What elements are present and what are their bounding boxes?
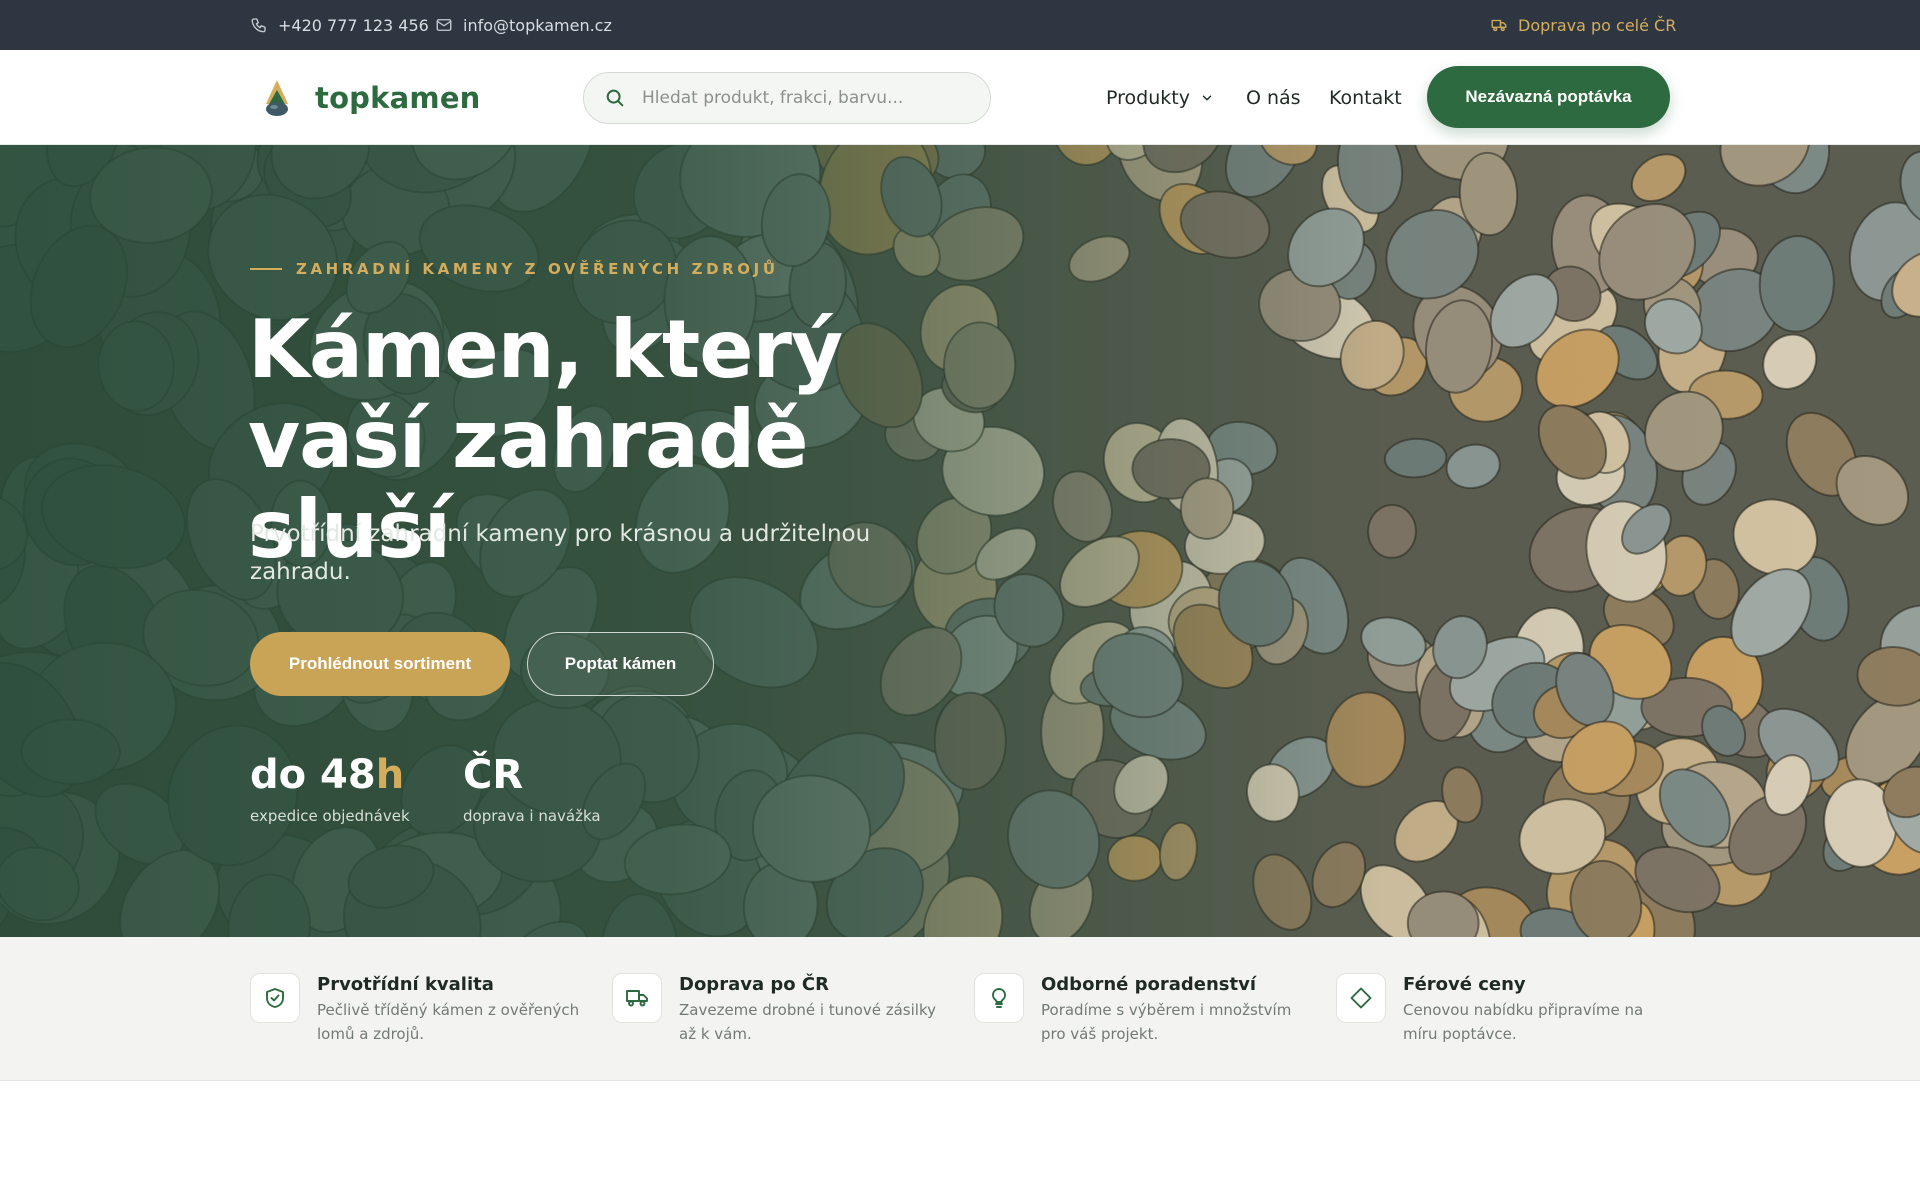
truck-icon: [1491, 19, 1507, 32]
request-stone-button[interactable]: Poptat kámen: [527, 632, 714, 696]
feature-delivery: Doprava po ČR Zavezeme drobné i tunové z…: [612, 973, 942, 1046]
logo-link[interactable]: topkamen: [255, 72, 481, 124]
site-header: topkamen Produkty O nás Kontakt Nezávazn…: [0, 50, 1920, 145]
feature-quality: Prvotřídní kvalita Pečlivě tříděný kámen…: [250, 973, 580, 1046]
stat-dispatch: do 48h expedice objednávek: [250, 755, 410, 825]
nav-contact[interactable]: Kontakt: [1329, 50, 1402, 145]
browse-assortment-button[interactable]: Prohlédnout sortiment: [250, 632, 510, 696]
stat-value: ČR: [463, 755, 601, 795]
feature-text: Férové ceny Cenovou nabídku připravíme n…: [1403, 973, 1673, 1046]
nav-products[interactable]: Produkty: [1106, 50, 1214, 145]
email-address: info@topkamen.cz: [463, 15, 612, 35]
diamond-icon: [1350, 987, 1372, 1009]
stat-label: doprava i navážka: [463, 807, 601, 825]
nav-about[interactable]: O nás: [1246, 50, 1301, 145]
eyebrow-line: [250, 268, 282, 270]
features-strip: Prvotřídní kvalita Pečlivě tříděný kámen…: [0, 937, 1920, 1081]
feature-title: Prvotřídní kvalita: [317, 974, 494, 995]
delivery-text: Doprava po celé ČR: [1518, 15, 1677, 35]
lightbulb-icon: [992, 988, 1006, 1008]
stat-value-accent: h: [375, 752, 405, 798]
phone-icon: [251, 18, 266, 33]
feature-advice: Odborné poradenství Poradíme s výběrem i…: [974, 973, 1304, 1046]
brand-name: topkamen: [315, 81, 481, 115]
feature-desc: Zavezeme drobné i tunové zásilky až k vá…: [679, 1001, 936, 1043]
truck-icon: [626, 990, 648, 1007]
search-input[interactable]: [642, 88, 962, 108]
chevron-down-icon: [1202, 95, 1212, 100]
stat-value-main: ČR: [463, 752, 524, 798]
shield-check-icon: [266, 988, 284, 1008]
search-icon: [606, 89, 624, 107]
stat-value: do 48h: [250, 755, 410, 795]
feature-text: Odborné poradenství Poradíme s výběrem i…: [1041, 973, 1311, 1046]
inquiry-button[interactable]: Nezávazná poptávka: [1427, 66, 1670, 128]
phone-link[interactable]: +420 777 123 456: [250, 0, 429, 50]
feature-text: Prvotřídní kvalita Pečlivě tříděný kámen…: [317, 973, 587, 1046]
nav-products-label: Produkty: [1106, 86, 1190, 109]
stat-delivery: ČR doprava i navážka: [463, 755, 601, 825]
feature-icon-box: [250, 973, 300, 1023]
feature-icon-box: [1336, 973, 1386, 1023]
mail-icon: [436, 19, 452, 31]
delivery-notice: Doprava po celé ČR: [1490, 0, 1676, 50]
feature-title: Doprava po ČR: [679, 974, 829, 995]
feature-text: Doprava po ČR Zavezeme drobné i tunové z…: [679, 973, 949, 1046]
feature-desc: Poradíme s výběrem i množstvím pro váš p…: [1041, 1001, 1292, 1043]
feature-desc: Cenovou nabídku připravíme na míru poptá…: [1403, 1001, 1644, 1043]
feature-prices: Férové ceny Cenovou nabídku připravíme n…: [1336, 973, 1666, 1046]
feature-icon-box: [974, 973, 1024, 1023]
top-utility-bar: +420 777 123 456 info@topkamen.cz Doprav…: [0, 0, 1920, 50]
feature-icon-box: [612, 973, 662, 1023]
search-bar[interactable]: [583, 72, 991, 124]
phone-number: +420 777 123 456: [278, 15, 429, 35]
stat-value-main: do 48: [250, 752, 376, 798]
eyebrow-text: ZAHRADNÍ KAMENY Z OVĚŘENÝCH ZDROJŮ: [296, 260, 779, 278]
stat-label: expedice objednávek: [250, 807, 410, 825]
email-link[interactable]: info@topkamen.cz: [435, 0, 612, 50]
feature-title: Odborné poradenství: [1041, 974, 1257, 995]
feature-desc: Pečlivě tříděný kámen z ověřených lomů a…: [317, 1001, 580, 1043]
feature-title: Férové ceny: [1403, 974, 1526, 995]
hero-eyebrow: ZAHRADNÍ KAMENY Z OVĚŘENÝCH ZDROJŮ: [250, 260, 779, 278]
mountain-logo-icon: [266, 80, 288, 116]
hero-section: ZAHRADNÍ KAMENY Z OVĚŘENÝCH ZDROJŮ Kámen…: [0, 145, 1920, 937]
hero-lead: Prvotřídní zahradní kameny pro krásnou a…: [250, 521, 871, 585]
